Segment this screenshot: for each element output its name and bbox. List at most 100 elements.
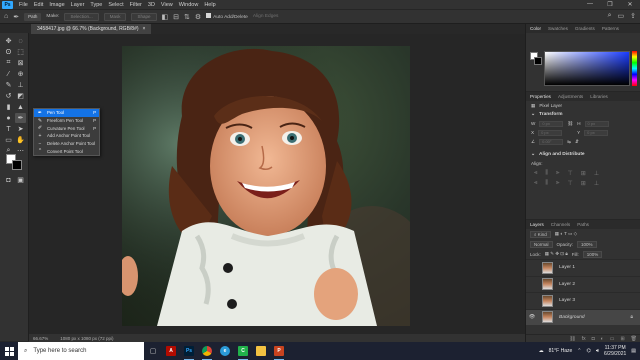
task-view-icon[interactable]: ▢: [144, 342, 162, 360]
flyout-item-pen-tool[interactable]: ✒ Pen Tool P: [34, 109, 99, 117]
pen-mode-dropdown[interactable]: Path: [24, 12, 42, 21]
lock-icons[interactable]: ▦ ✎ ✥ ⊡ 🔒︎: [545, 251, 568, 257]
maximize-button[interactable]: ❐: [600, 1, 620, 8]
pen-tool-icon[interactable]: ✒: [15, 113, 26, 123]
align-section-header[interactable]: ⌄ Align and Distribute: [526, 150, 640, 159]
menu-edit[interactable]: Edit: [31, 2, 46, 8]
rectangle-tool-icon[interactable]: ▭: [3, 135, 14, 145]
layer-kind-filter[interactable]: ⌕ Kind: [530, 230, 551, 238]
tab-libraries[interactable]: Libraries: [590, 94, 608, 99]
object-selection-tool-icon[interactable]: ⬚: [15, 47, 26, 57]
menu-image[interactable]: Image: [46, 2, 67, 8]
distribute-right-icon[interactable]: ⫸: [556, 180, 559, 187]
layer-row[interactable]: Layer 3: [526, 292, 640, 309]
link-layers-icon[interactable]: ⛓: [569, 336, 575, 342]
volume-icon[interactable]: 🔊︎: [596, 348, 599, 354]
folder-icon[interactable]: ▭: [610, 336, 615, 342]
menu-file[interactable]: File: [16, 2, 31, 8]
edit-toolbar-icon[interactable]: ⋯: [15, 146, 26, 156]
weather-icon[interactable]: ☁: [539, 348, 544, 354]
flyout-item-freeform-pen-tool[interactable]: ✎ Freeform Pen Tool P: [34, 117, 99, 125]
document-tab[interactable]: 3458417.jpg @ 66.7% (Background, RGB/8#)…: [31, 24, 152, 34]
quick-mask-icon[interactable]: ◘: [3, 175, 14, 185]
document-info[interactable]: 1080 px x 1080 px (72 ppi): [60, 336, 113, 341]
auto-add-delete-checkbox[interactable]: Auto Add/Delete: [206, 13, 248, 20]
brush-tool-icon[interactable]: ✎: [3, 80, 14, 90]
tab-properties[interactable]: Properties: [530, 94, 551, 99]
marquee-tool-icon[interactable]: ◌: [15, 36, 26, 46]
align-bottom-icon[interactable]: ⊥: [594, 170, 599, 177]
align-left-icon[interactable]: ⫷: [534, 170, 537, 177]
adjustment-icon[interactable]: ◐: [601, 336, 604, 342]
align-center-icon[interactable]: ⫼: [545, 170, 548, 177]
tab-paths[interactable]: Paths: [577, 222, 589, 227]
tab-adjustments[interactable]: Adjustments: [558, 94, 583, 99]
layer-name[interactable]: Layer 3: [559, 298, 575, 303]
powerpoint-icon[interactable]: P: [270, 342, 288, 360]
photoshop-taskbar-icon[interactable]: Ps: [180, 342, 198, 360]
new-layer-icon[interactable]: ⊞: [620, 336, 624, 342]
distribute-bottom-icon[interactable]: ⊥: [594, 180, 599, 187]
flyout-item-delete-anchor-point-tool[interactable]: − Delete Anchor Point Tool: [34, 140, 99, 148]
align-middle-icon[interactable]: ⊞: [581, 170, 586, 177]
eraser-tool-icon[interactable]: ◩: [15, 91, 26, 101]
history-brush-tool-icon[interactable]: ↺: [3, 91, 14, 101]
layer-row[interactable]: Layer 1: [526, 259, 640, 276]
blend-mode-dropdown[interactable]: Normal: [530, 240, 553, 248]
photoshop-logo-icon[interactable]: Ps: [2, 0, 13, 9]
distribute-top-icon[interactable]: ⊤: [568, 180, 573, 187]
distribute-left-icon[interactable]: ⫷: [534, 180, 537, 187]
zoom-level[interactable]: 66.67%: [33, 336, 48, 341]
menu-window[interactable]: Window: [176, 2, 202, 8]
make-mask-button[interactable]: Mask: [103, 12, 127, 21]
menu-help[interactable]: Help: [201, 2, 218, 8]
align-top-icon[interactable]: ⊤: [568, 170, 573, 177]
path-arrangement-icon[interactable]: ⇅: [184, 13, 190, 21]
weather-text[interactable]: 81°F Haze: [549, 348, 573, 354]
tab-channels[interactable]: Channels: [551, 222, 570, 227]
clone-stamp-tool-icon[interactable]: ⊥: [15, 80, 26, 90]
chrome-icon[interactable]: [198, 342, 216, 360]
path-operations-icon[interactable]: ◧: [162, 13, 169, 21]
menu-3d[interactable]: 3D: [145, 2, 158, 8]
document-canvas-photo[interactable]: [122, 46, 410, 326]
notifications-icon[interactable]: ▤: [631, 348, 636, 354]
share-icon[interactable]: ⇪: [630, 12, 636, 20]
move-tool-icon[interactable]: ✥: [3, 36, 14, 46]
width-field[interactable]: 0 px: [539, 120, 564, 127]
hand-tool-icon[interactable]: ✋: [15, 135, 26, 145]
fx-icon[interactable]: fx: [582, 336, 586, 342]
close-button[interactable]: ✕: [620, 1, 640, 8]
make-shape-button[interactable]: Shape: [131, 12, 157, 21]
tab-gradients[interactable]: Gradients: [575, 26, 595, 31]
menu-type[interactable]: Type: [87, 2, 105, 8]
dodge-tool-icon[interactable]: ●: [3, 113, 14, 123]
tab-color[interactable]: Color: [530, 26, 541, 31]
file-explorer-icon[interactable]: [252, 342, 270, 360]
layer-name[interactable]: Layer 2: [559, 282, 575, 287]
home-icon[interactable]: ⌂: [4, 13, 8, 20]
minimize-button[interactable]: —: [580, 1, 600, 8]
visibility-eye-icon[interactable]: 👁︎: [526, 314, 538, 320]
pen-tool-preset-icon[interactable]: ✒: [13, 13, 19, 21]
background-color-swatch[interactable]: [12, 160, 22, 170]
flip-vertical-icon[interactable]: ⇵: [575, 139, 579, 145]
gradient-tool-icon[interactable]: ▮: [3, 102, 14, 112]
edge-icon[interactable]: e: [216, 342, 234, 360]
frame-tool-icon[interactable]: ⊠: [15, 58, 26, 68]
menu-layer[interactable]: Layer: [68, 2, 88, 8]
align-right-icon[interactable]: ⫸: [556, 170, 559, 177]
hue-slider[interactable]: [632, 51, 637, 86]
flyout-item-curvature-pen-tool[interactable]: ✐ Curvature Pen Tool P: [34, 124, 99, 132]
lasso-tool-icon[interactable]: ʘ: [3, 47, 14, 57]
transform-section-header[interactable]: ⌄ Transform: [526, 110, 640, 119]
link-icon[interactable]: ⛓: [567, 121, 573, 127]
chevron-up-icon[interactable]: ⌃: [577, 348, 581, 354]
path-selection-tool-icon[interactable]: ➤: [15, 124, 26, 134]
workspace-icon[interactable]: ▭: [618, 12, 625, 20]
crop-tool-icon[interactable]: ⌗: [3, 58, 14, 68]
menu-filter[interactable]: Filter: [127, 2, 145, 8]
type-tool-icon[interactable]: T: [3, 124, 14, 134]
flyout-item-convert-point-tool[interactable]: ^ Convert Point Tool: [34, 147, 99, 155]
tab-swatches[interactable]: Swatches: [548, 26, 568, 31]
